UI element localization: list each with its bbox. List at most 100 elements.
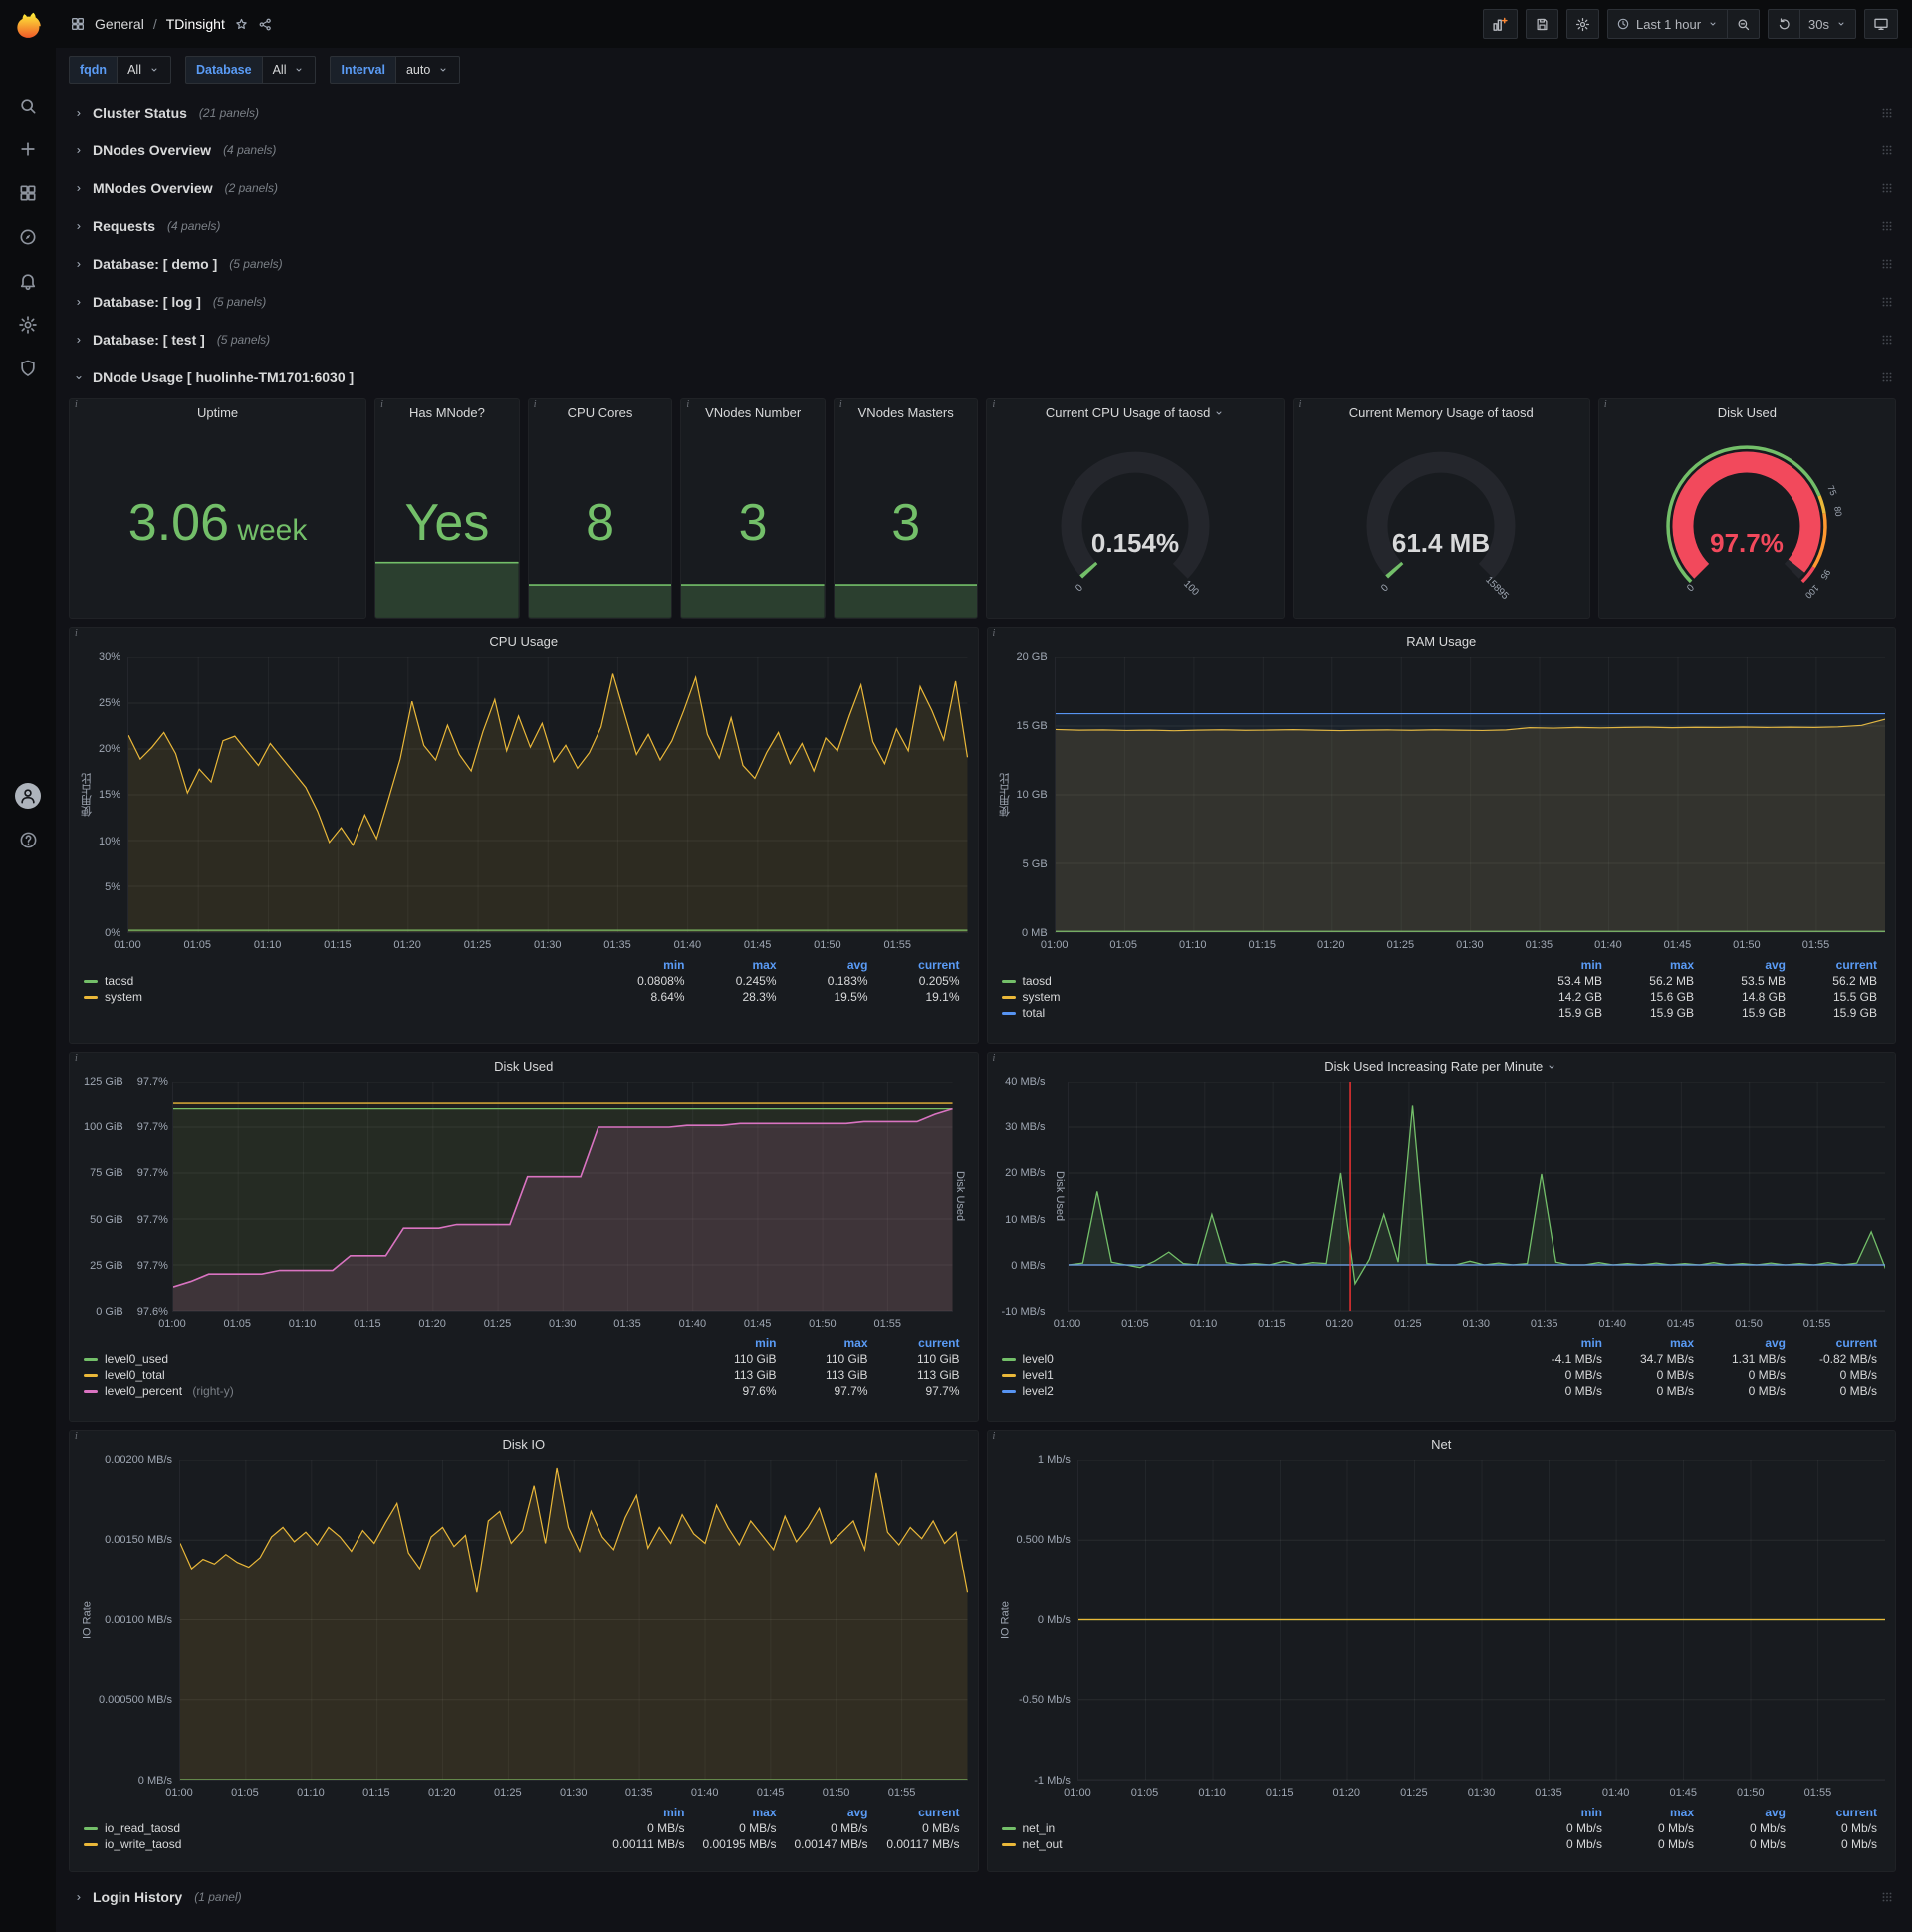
legend-header-current[interactable]: current <box>1790 957 1881 973</box>
panel-header[interactable]: i Disk Used <box>70 1053 978 1080</box>
panel-header[interactable]: i Disk Used <box>1599 399 1895 426</box>
variable-label[interactable]: fqdn <box>69 56 118 84</box>
legend-header-avg[interactable]: avg <box>781 1805 872 1820</box>
row-login-history[interactable]: Login History (1 panel) <box>69 1880 1896 1914</box>
legend-header-min[interactable]: min <box>1515 957 1606 973</box>
chart-plot-cpu-usage[interactable] <box>127 657 968 933</box>
row-dnodes-overview[interactable]: DNodes Overview (4 panels) <box>69 133 1896 167</box>
chart-plot-ram-usage[interactable] <box>1054 657 1885 933</box>
panel-info-icon[interactable]: i <box>70 628 83 641</box>
row-requests[interactable]: Requests (4 panels) <box>69 209 1896 243</box>
help-icon[interactable] <box>6 818 50 861</box>
chart-plot-disk-rate[interactable] <box>1067 1082 1885 1312</box>
time-range-picker[interactable]: Last 1 hour <box>1606 9 1729 39</box>
legend-header-min[interactable]: min <box>1515 1335 1606 1351</box>
panel-header[interactable]: i Disk IO <box>70 1431 978 1458</box>
cycle-view-button[interactable] <box>1864 9 1898 39</box>
refresh-interval-dropdown[interactable]: 30s <box>1800 9 1856 39</box>
row-drag-handle[interactable] <box>1880 181 1894 198</box>
add-panel-button[interactable] <box>1482 9 1518 39</box>
panel-info-icon[interactable]: i <box>375 399 388 412</box>
legend-series-net-in[interactable]: net_in <box>1001 1820 1516 1836</box>
server-admin-icon[interactable] <box>6 347 50 390</box>
legend-header-max[interactable]: max <box>1606 1335 1698 1351</box>
legend-header-min[interactable]: min <box>689 1335 781 1351</box>
alerting-icon[interactable] <box>6 259 50 303</box>
panel-info-icon[interactable]: i <box>1599 399 1612 412</box>
row-drag-handle[interactable] <box>1880 257 1894 274</box>
panel-info-icon[interactable]: i <box>70 1431 83 1444</box>
create-icon[interactable] <box>6 127 50 171</box>
legend-header-avg[interactable]: avg <box>1698 1805 1790 1820</box>
variable-label[interactable]: Database <box>184 56 262 84</box>
legend-header-current[interactable]: current <box>872 957 964 973</box>
chart-plot-disk-io[interactable] <box>179 1460 968 1781</box>
legend-header-avg[interactable]: avg <box>1698 1335 1790 1351</box>
dashboards-icon[interactable] <box>6 171 50 215</box>
panel-info-icon[interactable]: i <box>988 628 1001 641</box>
panel-header[interactable]: i RAM Usage <box>988 628 1896 655</box>
legend-header-min[interactable]: min <box>1515 1805 1606 1820</box>
legend-header-current[interactable]: current <box>872 1335 964 1351</box>
legend-series-level1[interactable]: level1 <box>1001 1367 1516 1383</box>
row-mnodes-overview[interactable]: MNodes Overview (2 panels) <box>69 171 1896 205</box>
user-avatar[interactable] <box>6 774 50 818</box>
legend-series-io-write-taosd[interactable]: io_write_taosd <box>84 1836 598 1852</box>
row-drag-handle[interactable] <box>1880 143 1894 160</box>
panel-header[interactable]: i VNodes Masters <box>835 399 978 426</box>
legend-header-current[interactable]: current <box>1790 1335 1881 1351</box>
legend-header-max[interactable]: max <box>689 1805 781 1820</box>
row-drag-handle[interactable] <box>1880 295 1894 312</box>
legend-header-avg[interactable]: avg <box>781 957 872 973</box>
legend-series-net-out[interactable]: net_out <box>1001 1836 1516 1852</box>
row-dnode-usage[interactable]: DNode Usage [ huolinhe-TM1701:6030 ] <box>69 361 1896 394</box>
legend-header-max[interactable]: max <box>1606 1805 1698 1820</box>
variable-value-dropdown[interactable]: All <box>117 56 171 84</box>
legend-series-system[interactable]: system <box>1001 989 1516 1005</box>
row-drag-handle[interactable] <box>1880 370 1894 387</box>
legend-header-max[interactable]: max <box>689 957 781 973</box>
legend-series-io-read-taosd[interactable]: io_read_taosd <box>84 1820 598 1836</box>
legend-header-current[interactable]: current <box>1790 1805 1881 1820</box>
legend-series-level0[interactable]: level0 <box>1001 1351 1516 1367</box>
configuration-icon[interactable] <box>6 303 50 347</box>
legend-series-level2[interactable]: level2 <box>1001 1383 1516 1399</box>
panel-header[interactable]: i Uptime <box>70 399 365 426</box>
panel-header[interactable]: i Net <box>988 1431 1896 1458</box>
panel-info-icon[interactable]: i <box>70 1053 83 1066</box>
grafana-logo[interactable] <box>11 10 45 44</box>
breadcrumb-dashboard[interactable]: TDinsight <box>166 16 225 32</box>
panel-info-icon[interactable]: i <box>988 1053 1001 1066</box>
panel-header[interactable]: i Disk Used Increasing Rate per Minute <box>988 1053 1896 1080</box>
legend-series-total[interactable]: total <box>1001 1005 1516 1021</box>
row-database-log[interactable]: Database: [ log ] (5 panels) <box>69 285 1896 319</box>
row-drag-handle[interactable] <box>1880 219 1894 236</box>
row-database-demo[interactable]: Database: [ demo ] (5 panels) <box>69 247 1896 281</box>
legend-series-level0-used[interactable]: level0_used <box>84 1351 689 1367</box>
panel-info-icon[interactable]: i <box>70 399 83 412</box>
panel-info-icon[interactable]: i <box>529 399 542 412</box>
panel-header[interactable]: i CPU Cores <box>529 399 672 426</box>
legend-header-min[interactable]: min <box>598 1805 689 1820</box>
panel-header[interactable]: i Current Memory Usage of taosd <box>1294 399 1589 426</box>
legend-header-max[interactable]: max <box>1606 957 1698 973</box>
dashboard-settings-button[interactable] <box>1565 9 1599 39</box>
legend-series-taosd[interactable]: taosd <box>1001 973 1516 989</box>
panel-header[interactable]: i CPU Usage <box>70 628 978 655</box>
star-icon[interactable] <box>234 17 249 32</box>
share-icon[interactable] <box>258 17 273 32</box>
panel-info-icon[interactable]: i <box>987 399 1000 412</box>
variable-label[interactable]: Interval <box>330 56 395 84</box>
panel-info-icon[interactable]: i <box>681 399 694 412</box>
save-dashboard-button[interactable] <box>1525 9 1558 39</box>
legend-series-system[interactable]: system <box>84 989 598 1005</box>
panel-header[interactable]: i Current CPU Usage of taosd <box>987 399 1283 426</box>
row-drag-handle[interactable] <box>1880 333 1894 350</box>
row-drag-handle[interactable] <box>1880 1890 1894 1907</box>
legend-header-avg[interactable]: avg <box>1698 957 1790 973</box>
row-cluster-status[interactable]: Cluster Status (21 panels) <box>69 96 1896 129</box>
panel-info-icon[interactable]: i <box>988 1431 1001 1444</box>
legend-header-current[interactable]: current <box>872 1805 964 1820</box>
legend-series-level0-total[interactable]: level0_total <box>84 1367 689 1383</box>
search-icon[interactable] <box>6 84 50 127</box>
